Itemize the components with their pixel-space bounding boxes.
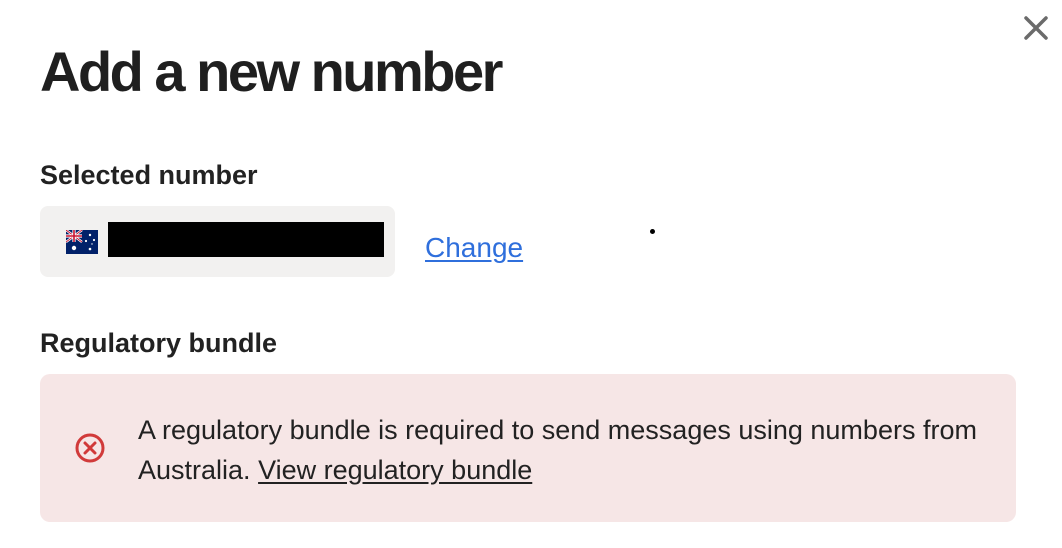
stray-dot	[650, 229, 655, 234]
close-icon	[1024, 16, 1048, 40]
view-regulatory-bundle-link[interactable]: View regulatory bundle	[258, 455, 532, 485]
change-number-link[interactable]: Change	[425, 230, 523, 266]
error-circle-icon	[75, 433, 105, 463]
selected-number-value	[108, 222, 384, 257]
australia-flag-icon	[66, 230, 98, 254]
close-button[interactable]	[1018, 10, 1054, 46]
alert-message-container: A regulatory bundle is required to send …	[138, 410, 978, 490]
regulatory-bundle-heading: Regulatory bundle	[40, 328, 278, 358]
regulatory-bundle-alert: A regulatory bundle is required to send …	[40, 374, 1016, 522]
selected-number-field	[40, 206, 395, 277]
add-number-dialog: Add a new number Selected number Change …	[0, 0, 1062, 548]
selected-number-heading: Selected number	[40, 160, 258, 190]
page-title: Add a new number	[40, 40, 503, 103]
